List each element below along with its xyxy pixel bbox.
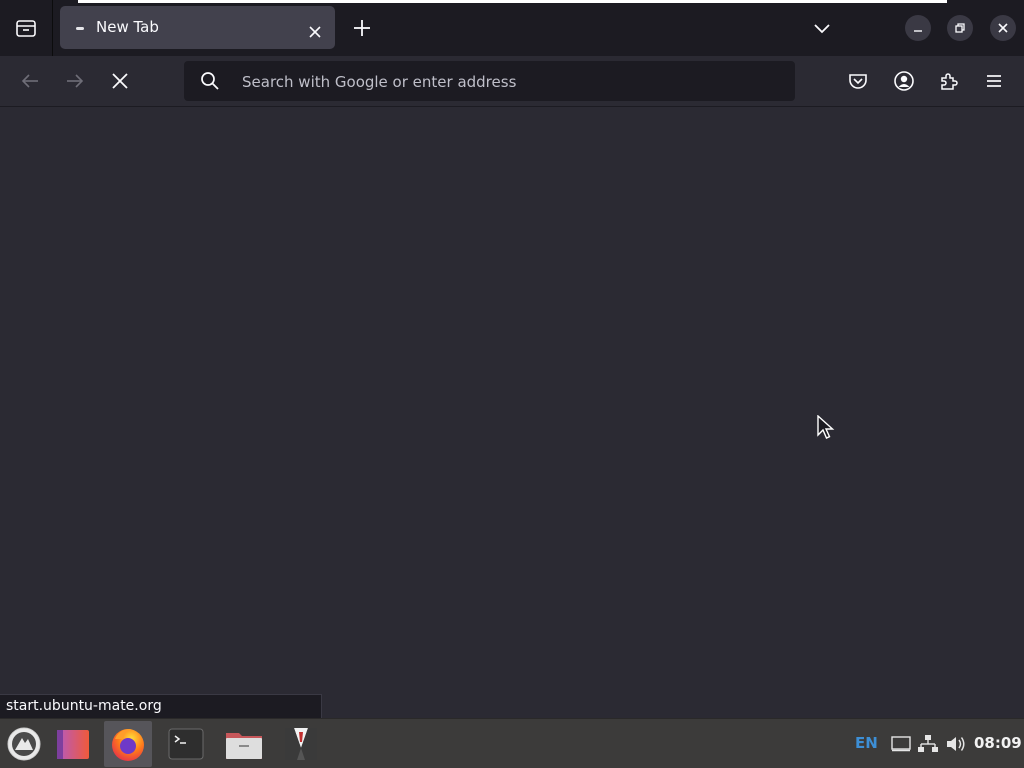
files-launcher[interactable] [220,721,268,767]
stop-loading-button[interactable] [106,67,134,95]
volume-icon [947,737,965,751]
search-icon [201,72,219,90]
tuxedo-icon [285,728,317,760]
restore-button[interactable] [947,15,973,41]
tab-title: New Tab [96,18,159,36]
account-icon [894,71,914,91]
firefox-launcher[interactable] [104,721,152,767]
forward-button[interactable] [61,67,89,95]
software-store-icon [57,730,89,759]
mate-menu-button[interactable] [0,721,48,767]
minimize-button[interactable] [905,15,931,41]
navigation-toolbar [0,56,1024,107]
tab-new-tab[interactable]: New Tab [60,6,335,49]
mate-tweak-launcher[interactable] [277,721,325,767]
desktop-screen: New Tab Search with Google or enter addr… [0,0,1024,768]
tab-list-icon [16,20,36,37]
close-icon [998,23,1008,33]
restore-icon [955,23,965,33]
network-indicator[interactable] [917,734,939,754]
mouse-cursor-icon [817,415,835,439]
tab-strip: New Tab [0,0,1024,56]
page-loading-strip [78,0,947,3]
network-icon [918,735,938,752]
mate-logo-icon [7,727,41,761]
tab-loading-indicator [76,27,84,30]
terminal-icon [168,728,204,760]
list-all-tabs-button[interactable] [808,14,836,42]
hamburger-menu-icon [987,75,1001,87]
minimize-icon [914,30,922,32]
monitor-icon [891,736,911,752]
display-indicator[interactable] [890,734,912,754]
arrow-right-icon [67,74,84,88]
address-input[interactable] [240,61,784,103]
account-button[interactable] [890,67,918,95]
volume-indicator[interactable] [945,734,967,754]
clock[interactable]: 08:09 [974,734,1022,752]
terminal-launcher[interactable] [162,721,210,767]
keyboard-layout-indicator[interactable]: EN [855,734,878,752]
stop-icon [112,73,128,89]
link-status-panel: start.ubuntu-mate.org [0,694,322,718]
extensions-icon [941,73,958,90]
firefox-icon [112,729,144,761]
extensions-button[interactable] [935,67,963,95]
save-to-pocket-button[interactable] [844,67,872,95]
folder-icon [226,733,262,759]
arrow-left-icon [21,74,38,88]
back-button[interactable] [16,67,44,95]
pocket-icon [849,74,867,89]
new-tab-button[interactable] [348,14,376,42]
window-close-button[interactable] [990,15,1016,41]
taskbar: EN 08:09 [0,718,1024,768]
software-boutique-launcher[interactable] [48,721,96,767]
close-icon[interactable] [303,20,327,44]
tab-list-button[interactable] [0,0,53,56]
address-bar[interactable] [184,61,795,103]
page-content[interactable] [0,107,1024,718]
app-menu-button[interactable] [980,67,1008,95]
